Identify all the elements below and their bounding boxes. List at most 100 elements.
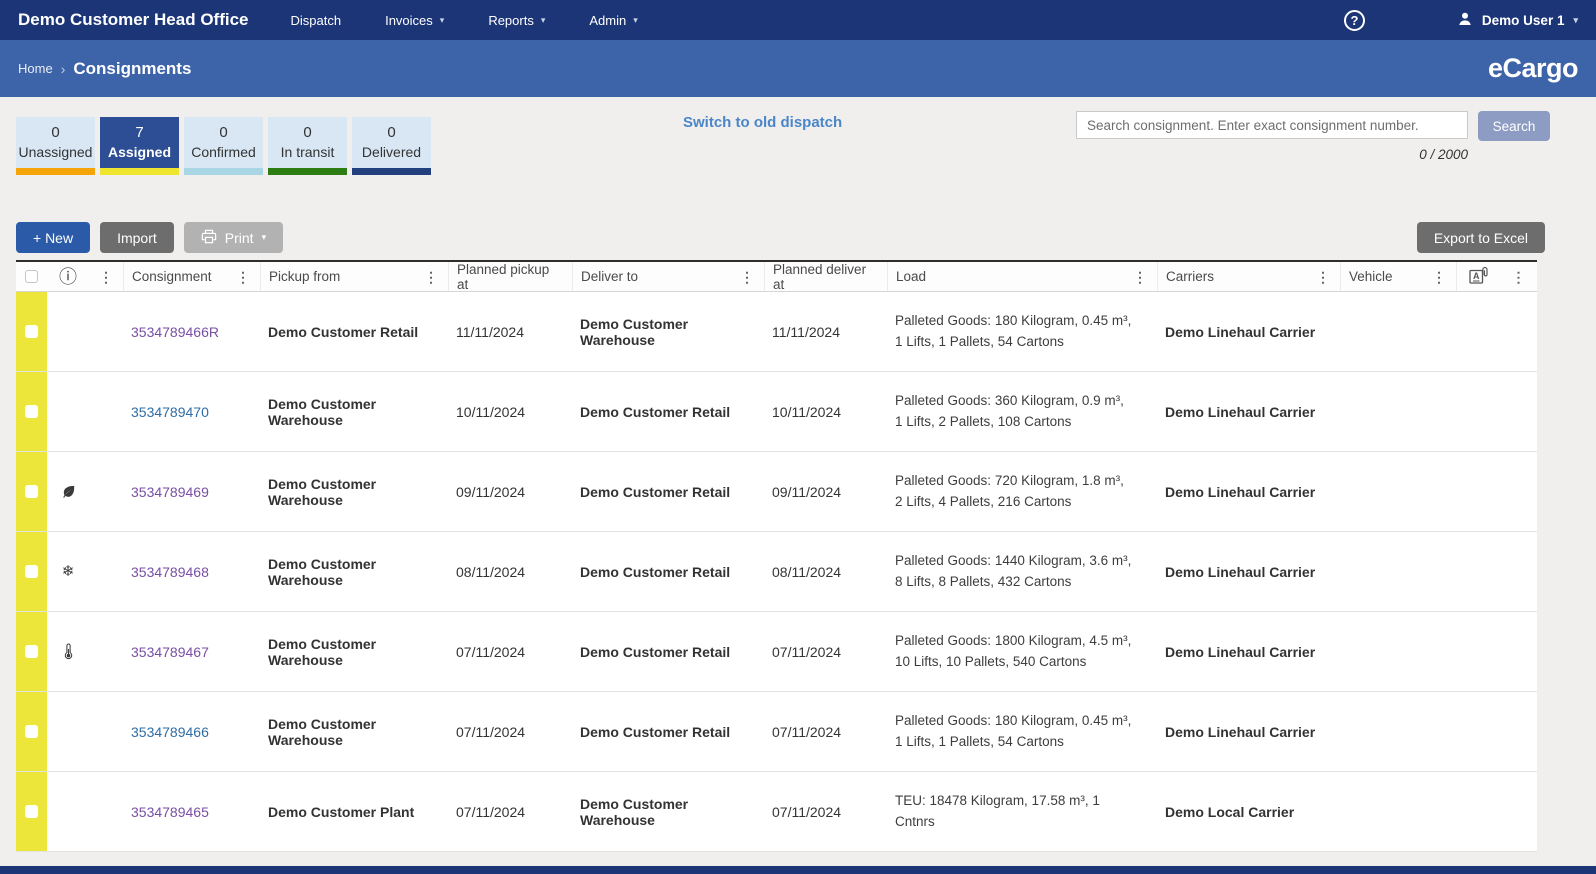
deliver-to-cell: Demo Customer Retail [580, 403, 731, 420]
consignment-link[interactable]: 3534789467 [131, 644, 209, 660]
search-area: Search 0 / 2000 [1076, 111, 1550, 162]
column-menu-icon[interactable]: ⋮ [1314, 270, 1332, 284]
deliver-to-cell: Demo Customer Retail [580, 643, 731, 660]
status-tab-confirmed[interactable]: 0 Confirmed [184, 117, 263, 175]
load-cell: Palleted Goods: 360 Kilogram, 0.9 m³, 1 … [895, 393, 1124, 429]
row-stripe [16, 612, 47, 691]
export-to-excel-button[interactable]: Export to Excel [1416, 222, 1545, 253]
breadcrumb-home[interactable]: Home [18, 61, 53, 76]
row-checkbox[interactable] [25, 645, 38, 658]
row-stripe [16, 772, 47, 851]
new-button[interactable]: + New [16, 222, 91, 253]
column-menu-icon[interactable]: ⋮ [1510, 270, 1528, 284]
column-menu-icon[interactable]: ⋮ [234, 270, 252, 284]
column-menu-icon[interactable]: ⋮ [1430, 270, 1448, 284]
planned-deliver-at-cell: 08/11/2024 [772, 563, 842, 580]
status-tab-accent-bar [268, 168, 347, 175]
consignment-link[interactable]: 3534789469 [131, 484, 209, 500]
deliver-to-cell: Demo Customer Warehouse [580, 795, 689, 828]
nav-item-reports[interactable]: Reports ▾ [466, 13, 567, 28]
pickup-from-cell: Demo Customer Warehouse [268, 555, 377, 588]
status-tab-delivered[interactable]: 0 Delivered [352, 117, 431, 175]
nav-item-dispatch[interactable]: Dispatch [269, 13, 364, 28]
column-menu-icon[interactable]: ⋮ [97, 270, 115, 284]
row-checkbox[interactable] [25, 565, 38, 578]
status-tab-count: 0 [303, 124, 312, 141]
column-header-deliver-to: Deliver to [581, 269, 639, 284]
planned-pickup-at-cell: 07/11/2024 [456, 723, 526, 740]
carriers-cell: Demo Local Carrier [1165, 803, 1295, 820]
pickup-from-cell: Demo Customer Warehouse [268, 635, 377, 668]
select-all-checkbox[interactable] [25, 270, 38, 283]
chevron-down-icon: ▾ [1573, 14, 1578, 25]
status-tab-label: Unassigned [18, 144, 93, 160]
load-cell: Palleted Goods: 1800 Kilogram, 4.5 m³, 1… [895, 633, 1132, 669]
search-counter: 0 / 2000 [1419, 147, 1468, 162]
row-checkbox[interactable] [25, 485, 38, 498]
consignments-table: ⓘ ⋮ Consignment ⋮ Pickup from ⋮ Planned pi… [16, 260, 1537, 852]
status-tab-unassigned[interactable]: 0 Unassigned [16, 117, 95, 175]
status-tab-label: In transit [280, 144, 335, 160]
nav-item-admin[interactable]: Admin ▾ [567, 13, 659, 28]
row-checkbox[interactable] [25, 725, 38, 738]
carriers-cell: Demo Linehaul Carrier [1165, 403, 1316, 420]
status-tab-accent-bar [100, 168, 179, 175]
pickup-from-cell: Demo Customer Retail [268, 323, 419, 340]
print-button[interactable]: Print ▾ [183, 222, 284, 253]
search-input[interactable] [1076, 111, 1468, 139]
row-checkbox[interactable] [25, 805, 38, 818]
row-checkbox[interactable] [25, 405, 38, 418]
leaf-icon [47, 484, 89, 499]
consignment-link[interactable]: 3534789466 [131, 724, 209, 740]
consignment-link[interactable]: 3534789465 [131, 804, 209, 820]
pickup-from-cell: Demo Customer Warehouse [268, 395, 377, 428]
table-header: ⓘ ⋮ Consignment ⋮ Pickup from ⋮ Planned pi… [16, 262, 1537, 292]
load-cell: TEU: 18478 Kilogram, 17.58 m³, 1 Cntnrs [895, 793, 1100, 829]
printer-icon [201, 229, 217, 247]
print-button-label: Print [224, 229, 254, 246]
pickup-from-cell: Demo Customer Warehouse [268, 475, 377, 508]
help-icon[interactable]: ? [1343, 9, 1365, 31]
table-body: 3534789466R Demo Customer Retail 11/11/2… [16, 292, 1537, 852]
status-tab-label: Delivered [361, 144, 422, 160]
attachments-column-icon: A [1468, 266, 1489, 288]
column-header-planned-deliver-at: Planned deliver at [773, 261, 867, 292]
status-tab-label: Assigned [107, 144, 171, 160]
status-tab-accent-bar [16, 168, 95, 175]
status-tab-count: 0 [51, 124, 60, 141]
table-row: 3534789470 Demo Customer Warehouse 10/11… [16, 372, 1537, 452]
planned-deliver-at-cell: 09/11/2024 [772, 483, 842, 500]
table-row: 3534789469 Demo Customer Warehouse 09/11… [16, 452, 1537, 532]
import-button[interactable]: Import [100, 222, 174, 253]
row-stripe [16, 532, 47, 611]
column-header-carriers: Carriers [1166, 269, 1215, 284]
column-menu-icon[interactable]: ⋮ [1131, 270, 1149, 284]
status-tab-assigned[interactable]: 7 Assigned [100, 117, 179, 175]
main-nav: Dispatch Invoices ▾ Reports ▾ Admin ▾ [269, 13, 660, 28]
column-menu-icon[interactable]: ⋮ [738, 270, 756, 284]
chevron-down-icon: ▾ [540, 14, 546, 25]
toolbar: + New Import Print ▾ Export to Excel [16, 222, 1545, 253]
planned-deliver-at-cell: 07/11/2024 [772, 643, 842, 660]
consignment-link[interactable]: 3534789466R [131, 324, 219, 340]
user-menu[interactable]: Demo User 1 ▾ [1457, 11, 1578, 30]
consignment-link[interactable]: 3534789468 [131, 564, 209, 580]
status-tab-accent-bar [352, 168, 431, 175]
table-row: 3534789465 Demo Customer Plant 07/11/202… [16, 772, 1537, 852]
pickup-from-cell: Demo Customer Plant [268, 803, 415, 820]
table-row: 3534789466 Demo Customer Warehouse 07/11… [16, 692, 1537, 772]
nav-item-invoices[interactable]: Invoices ▾ [363, 13, 466, 28]
load-cell: Palleted Goods: 1440 Kilogram, 3.6 m³, 8… [895, 553, 1132, 589]
column-menu-icon[interactable]: ⋮ [422, 270, 440, 284]
search-button[interactable]: Search [1478, 111, 1550, 141]
switch-to-old-dispatch-link[interactable]: Switch to old dispatch [683, 114, 842, 131]
planned-deliver-at-cell: 07/11/2024 [772, 803, 842, 820]
row-checkbox[interactable] [25, 325, 38, 338]
table-row: ❄ 3534789468 Demo Customer Warehouse 08/… [16, 532, 1537, 612]
status-tabs: 0 Unassigned 7 Assigned 0 Confirmed 0 In… [16, 117, 431, 175]
planned-pickup-at-cell: 07/11/2024 [456, 803, 526, 820]
status-tab-in-transit[interactable]: 0 In transit [268, 117, 347, 175]
carriers-cell: Demo Linehaul Carrier [1165, 723, 1316, 740]
consignment-link[interactable]: 3534789470 [131, 404, 209, 420]
controls-row: 0 Unassigned 7 Assigned 0 Confirmed 0 In… [0, 97, 1596, 222]
